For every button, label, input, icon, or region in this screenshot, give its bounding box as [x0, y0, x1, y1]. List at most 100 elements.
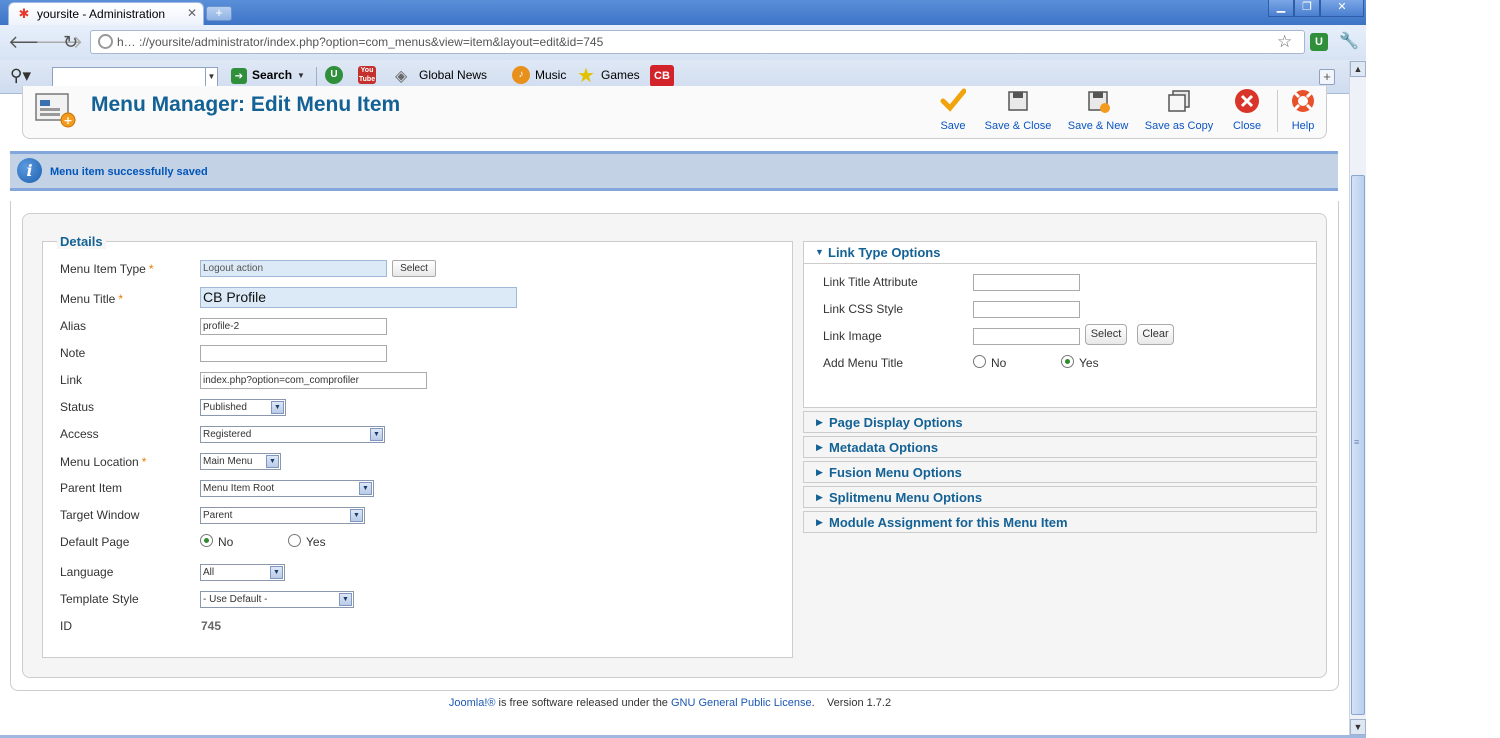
- add-menu-title-yes-radio[interactable]: [1061, 355, 1074, 368]
- other-bookmarks-button[interactable]: +: [1319, 69, 1335, 85]
- access-label: Access: [60, 427, 99, 441]
- help-button[interactable]: Help: [1288, 88, 1318, 132]
- required-marker: *: [118, 292, 124, 306]
- extension-u-icon[interactable]: U: [325, 66, 343, 84]
- browser-titlebar: ✱ yoursite - Administration ✕ + ▁ ❐ ✕: [0, 0, 1366, 25]
- chevron-down-icon: ▼: [359, 482, 372, 495]
- status-select[interactable]: Published ▼: [200, 399, 286, 416]
- accordion-splitmenu-options[interactable]: ▶ Splitmenu Menu Options: [803, 486, 1317, 508]
- accordion-fusion-menu-options[interactable]: ▶ Fusion Menu Options: [803, 461, 1317, 483]
- page-title: Menu Manager: Edit Menu Item: [91, 93, 401, 116]
- joomla-link[interactable]: Joomla!®: [449, 697, 496, 709]
- status-label: Status: [60, 400, 95, 414]
- link-title-attribute-input[interactable]: [973, 274, 1080, 291]
- accordion-metadata-options[interactable]: ▶ Metadata Options: [803, 436, 1317, 458]
- parent-item-select[interactable]: Menu Item Root ▼: [200, 480, 374, 497]
- target-window-select[interactable]: Parent ▼: [200, 507, 365, 524]
- accordion-title: Fusion Menu Options: [829, 465, 962, 480]
- link-image-input[interactable]: [973, 328, 1080, 345]
- chevron-down-icon: ▼: [370, 428, 383, 441]
- wrench-icon[interactable]: 🔧: [1339, 31, 1359, 51]
- save-and-new-button[interactable]: Save & New: [1064, 88, 1132, 132]
- footer-version: . Version 1.7.2: [811, 697, 892, 709]
- menu-manager-icon: +: [34, 92, 76, 128]
- bookmark-global-news[interactable]: Global News: [419, 68, 487, 82]
- chevron-down-icon[interactable]: ▼: [205, 68, 217, 86]
- footer: Joomla!® is free software released under…: [0, 697, 1340, 709]
- alias-input[interactable]: profile-2: [200, 318, 387, 335]
- template-style-select[interactable]: - Use Default - ▼: [200, 591, 354, 608]
- save-button[interactable]: Save: [936, 88, 970, 132]
- search-magnifier-icon[interactable]: ⚲▾: [10, 66, 31, 86]
- id-value: 745: [201, 619, 222, 633]
- note-input[interactable]: [200, 345, 387, 362]
- link-image-clear-button[interactable]: Clear: [1137, 324, 1174, 345]
- link-input[interactable]: index.php?option=com_comprofiler: [200, 372, 427, 389]
- triangle-right-icon: ▶: [816, 442, 823, 452]
- bookmark-games[interactable]: Games: [601, 68, 640, 82]
- browser-toolbar: 🡐 🡒 ↻ h… ://yoursite/administrator/index…: [0, 25, 1366, 60]
- language-value: All: [203, 567, 215, 578]
- tab-close-icon[interactable]: ✕: [187, 6, 197, 20]
- info-icon: i: [17, 158, 42, 183]
- template-style-label: Template Style: [60, 592, 139, 606]
- reload-icon[interactable]: ↻: [63, 32, 78, 52]
- maximize-button[interactable]: ❐: [1294, 0, 1320, 17]
- accordion-module-assignment[interactable]: ▶ Module Assignment for this Menu Item: [803, 511, 1317, 533]
- accordion-title: Page Display Options: [829, 415, 963, 430]
- add-menu-title-label: Add Menu Title: [823, 356, 904, 370]
- bookmark-music[interactable]: Music: [535, 68, 566, 82]
- language-label: Language: [60, 565, 114, 579]
- close-window-button[interactable]: ✕: [1320, 0, 1364, 17]
- scroll-down-arrow-icon[interactable]: ▼: [1350, 719, 1366, 735]
- close-button[interactable]: Close: [1230, 88, 1264, 132]
- search-dropdown-icon[interactable]: ▼: [297, 71, 305, 80]
- link-type-options-panel: [803, 241, 1317, 408]
- link-image-select-button[interactable]: Select: [1085, 324, 1127, 345]
- gpl-license-link[interactable]: GNU General Public License: [671, 697, 812, 709]
- default-page-no-label: No: [218, 535, 234, 549]
- add-menu-title-no-radio[interactable]: [973, 355, 986, 368]
- minimize-button[interactable]: ▁: [1268, 0, 1294, 17]
- link-css-style-input[interactable]: [973, 301, 1080, 318]
- save-and-close-button[interactable]: Save & Close: [982, 88, 1054, 132]
- language-select[interactable]: All ▼: [200, 564, 285, 581]
- cb-icon[interactable]: CB: [650, 65, 674, 87]
- access-select[interactable]: Registered ▼: [200, 426, 385, 443]
- accordion-title: Module Assignment for this Menu Item: [829, 515, 1068, 530]
- link-type-options-header[interactable]: ▼ Link Type Options: [803, 241, 1317, 264]
- default-page-no-radio[interactable]: [200, 534, 213, 547]
- toolbar-search-input[interactable]: ▼: [52, 67, 218, 87]
- close-label: Close: [1232, 120, 1262, 132]
- default-page-label: Default Page: [60, 535, 130, 549]
- scrollbar-thumb[interactable]: ≡: [1351, 175, 1365, 715]
- note-label: Note: [60, 346, 86, 360]
- vertical-scrollbar[interactable]: ▲ ≡ ▼: [1349, 61, 1366, 735]
- save-label: Save: [940, 120, 966, 132]
- menu-title-label: Menu Title *: [60, 292, 124, 306]
- address-text: h… ://yoursite/administrator/index.php?o…: [117, 35, 604, 49]
- scroll-up-arrow-icon[interactable]: ▲: [1350, 61, 1366, 77]
- save-as-copy-button[interactable]: Save as Copy: [1142, 88, 1216, 132]
- menu-item-type-label: Menu Item Type *: [60, 262, 154, 276]
- extension-icon[interactable]: U: [1310, 33, 1328, 51]
- youtube-icon[interactable]: You Tube: [358, 66, 376, 84]
- menu-item-type-select-button[interactable]: Select: [392, 260, 436, 277]
- accordion-title: Metadata Options: [829, 440, 939, 455]
- browser-tab[interactable]: ✱ yoursite - Administration ✕: [8, 2, 204, 25]
- template-style-value: - Use Default -: [203, 594, 268, 605]
- default-page-yes-radio[interactable]: [288, 534, 301, 547]
- bookmark-star-icon[interactable]: ☆: [1277, 32, 1292, 52]
- address-bar[interactable]: h… ://yoursite/administrator/index.php?o…: [90, 30, 1305, 54]
- menu-title-input[interactable]: CB Profile: [200, 287, 517, 308]
- accordion-page-display-options[interactable]: ▶ Page Display Options: [803, 411, 1317, 433]
- id-label: ID: [60, 619, 72, 633]
- menu-location-select[interactable]: Main Menu ▼: [200, 453, 281, 470]
- search-button[interactable]: Search: [252, 68, 292, 82]
- message-text: Menu item successfully saved: [50, 166, 208, 178]
- details-legend: Details: [57, 234, 106, 249]
- music-icon: ♪: [512, 66, 530, 84]
- new-tab-button[interactable]: +: [206, 6, 232, 21]
- add-menu-title-no-label: No: [991, 356, 1007, 370]
- status-value: Published: [203, 402, 247, 413]
